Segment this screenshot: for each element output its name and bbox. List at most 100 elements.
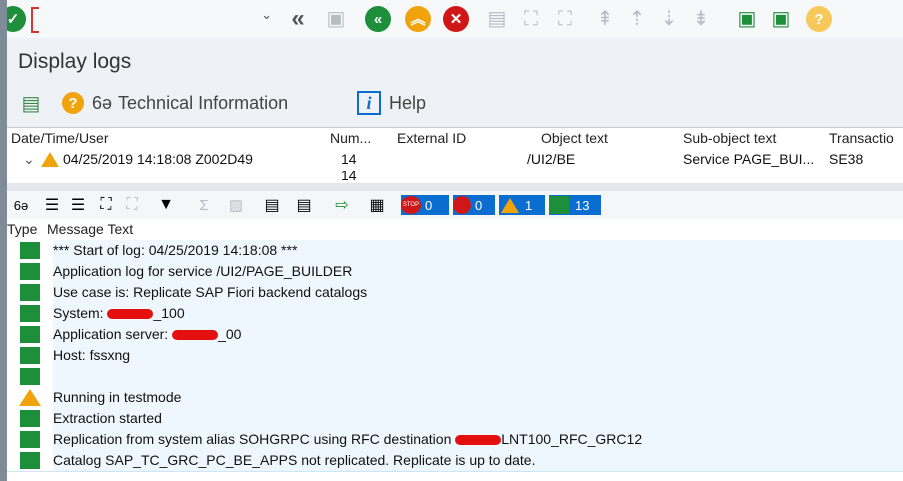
- type-cell: [7, 429, 53, 450]
- layout-icon[interactable]: ▦: [365, 195, 389, 215]
- print-icon[interactable]: ▤: [261, 195, 283, 215]
- sort-ascending-icon[interactable]: ☰: [41, 195, 63, 215]
- message-table: Type Message Text *** Start of log: 04/2…: [7, 219, 903, 481]
- error-icon: [453, 196, 471, 214]
- log-num: 14: [341, 171, 357, 183]
- command-field[interactable]: ⌄: [27, 4, 287, 34]
- stop-count: 0: [425, 197, 433, 213]
- success-icon: [20, 410, 40, 427]
- help-icon: ?: [62, 92, 84, 114]
- table-row[interactable]: [7, 366, 903, 388]
- redaction-mark: [455, 435, 502, 446]
- table-row[interactable]: Catalog SAP_TC_GRC_PC_BE_APPS not replic…: [7, 450, 903, 472]
- save-icon[interactable]: ▣: [323, 6, 349, 32]
- log-header-table: Date/Time/User Num... External ID Object…: [7, 127, 903, 184]
- message-text: System: _100: [53, 303, 903, 324]
- find-icon[interactable]: ⛶: [95, 195, 117, 215]
- print-icon[interactable]: ▤: [484, 6, 510, 32]
- success-icon: [549, 196, 569, 214]
- cancel-icon[interactable]: ✕: [443, 6, 469, 32]
- find-next-icon[interactable]: ⛶: [121, 195, 143, 215]
- message-text: Use case is: Replicate SAP Fiori backend…: [53, 282, 903, 303]
- exit-icon[interactable]: ︽: [405, 6, 431, 32]
- column-header[interactable]: External ID: [397, 128, 466, 148]
- warning-count: 1: [525, 197, 533, 213]
- success-icon: [20, 242, 40, 259]
- table-row[interactable]: Running in testmode: [7, 387, 903, 409]
- table-row[interactable]: Application log for service /UI2/PAGE_BU…: [7, 261, 903, 283]
- column-header[interactable]: Sub-object text: [683, 128, 776, 148]
- splitter[interactable]: [7, 183, 903, 191]
- export-icon[interactable]: ⇨: [327, 195, 357, 215]
- type-cell: [7, 408, 53, 429]
- message-text: Running in testmode: [53, 387, 903, 408]
- find-next-icon[interactable]: ⛶: [552, 6, 578, 32]
- message-text-part: Replication from system alias SOHGRPC us…: [53, 431, 456, 447]
- message-toolbar: 6ə ☰ ☰ ⛶ ⛶ ▼ Σ ▨ ▤ ▤ ⇨ ▦ STOP 0 0 1 13: [7, 191, 903, 220]
- details-icon[interactable]: 6ə: [11, 195, 31, 215]
- table-row[interactable]: *** Start of log: 04/25/2019 14:18:08 **…: [7, 240, 903, 262]
- message-text-part: Application server:: [53, 326, 173, 342]
- message-text: [53, 366, 903, 387]
- back-double-icon[interactable]: «: [285, 6, 311, 32]
- column-header-type[interactable]: Type: [7, 219, 37, 240]
- type-cell: [7, 303, 53, 324]
- message-text: Extraction started: [53, 408, 903, 429]
- table-row[interactable]: Replication from system alias SOHGRPC us…: [7, 429, 903, 451]
- technical-information-button[interactable]: ? 6ə Technical Information: [62, 88, 288, 118]
- filter-icon[interactable]: ▼: [151, 195, 181, 215]
- help-icon[interactable]: ?: [806, 6, 832, 32]
- prev-page-icon[interactable]: ⇡: [624, 6, 650, 32]
- column-header[interactable]: Date/Time/User: [11, 128, 109, 148]
- error-filter-button[interactable]: 0: [453, 195, 495, 215]
- help-label: Help: [389, 92, 427, 113]
- filter-icon[interactable]: ▤: [18, 88, 44, 118]
- sort-descending-icon[interactable]: ☰: [67, 195, 89, 215]
- print-preview-icon[interactable]: ▤: [289, 195, 319, 215]
- application-toolbar: ▤ ? 6ə Technical Information i Help: [0, 88, 903, 120]
- subtotal-icon[interactable]: ▨: [221, 195, 251, 215]
- success-filter-button[interactable]: 13: [549, 195, 601, 215]
- sum-icon[interactable]: Σ: [191, 195, 217, 215]
- table-row[interactable]: Host: fssxng: [7, 345, 903, 367]
- log-object-text: /UI2/BE: [527, 151, 576, 167]
- message-text: *** Start of log: 04/25/2019 14:18:08 **…: [53, 240, 903, 261]
- table-row[interactable]: System: _100: [7, 303, 903, 325]
- shortcut-icon[interactable]: ▣: [768, 6, 794, 32]
- find-icon[interactable]: ⛶: [518, 6, 544, 32]
- type-cell: [7, 387, 53, 408]
- back-icon[interactable]: «: [365, 6, 391, 32]
- success-icon: [20, 305, 40, 322]
- success-icon: [20, 368, 40, 385]
- success-icon: [20, 347, 40, 364]
- message-text-part: LNT100_RFC_GRC12: [501, 431, 643, 447]
- column-header-message-text[interactable]: Message Text: [47, 219, 133, 240]
- type-cell: [7, 366, 53, 387]
- message-text: Host: fssxng: [53, 345, 903, 366]
- command-field-cursor: [31, 7, 39, 33]
- chevron-down-icon[interactable]: ⌄: [261, 7, 272, 23]
- success-icon: [20, 452, 40, 469]
- create-session-icon[interactable]: ▣: [734, 6, 760, 32]
- log-transaction: SE38: [829, 151, 864, 167]
- message-text: Application log for service /UI2/PAGE_BU…: [53, 261, 903, 282]
- column-header[interactable]: Num...: [330, 128, 371, 148]
- first-page-icon[interactable]: ⇞: [592, 6, 618, 32]
- warning-filter-button[interactable]: 1: [499, 195, 545, 215]
- type-cell: [7, 324, 53, 345]
- table-row[interactable]: Extraction started: [7, 408, 903, 430]
- message-text-part: System:: [53, 305, 108, 321]
- chevron-down-icon[interactable]: ⌄: [23, 149, 35, 169]
- help-button[interactable]: i Help: [357, 88, 426, 118]
- stop-filter-button[interactable]: STOP 0: [401, 195, 449, 215]
- last-page-icon[interactable]: ⇟: [688, 6, 714, 32]
- glasses-icon: 6ə: [92, 92, 113, 113]
- column-header[interactable]: Transactio: [829, 128, 894, 148]
- next-page-icon[interactable]: ⇣: [656, 6, 682, 32]
- type-cell: [7, 282, 53, 303]
- message-text: Application server: _00: [53, 324, 903, 345]
- column-header[interactable]: Object text: [541, 128, 608, 148]
- table-row[interactable]: Use case is: Replicate SAP Fiori backend…: [7, 282, 903, 304]
- table-row[interactable]: Application server: _00: [7, 324, 903, 346]
- log-datetime-user: 04/25/2019 14:18:08 Z002D49: [63, 151, 253, 167]
